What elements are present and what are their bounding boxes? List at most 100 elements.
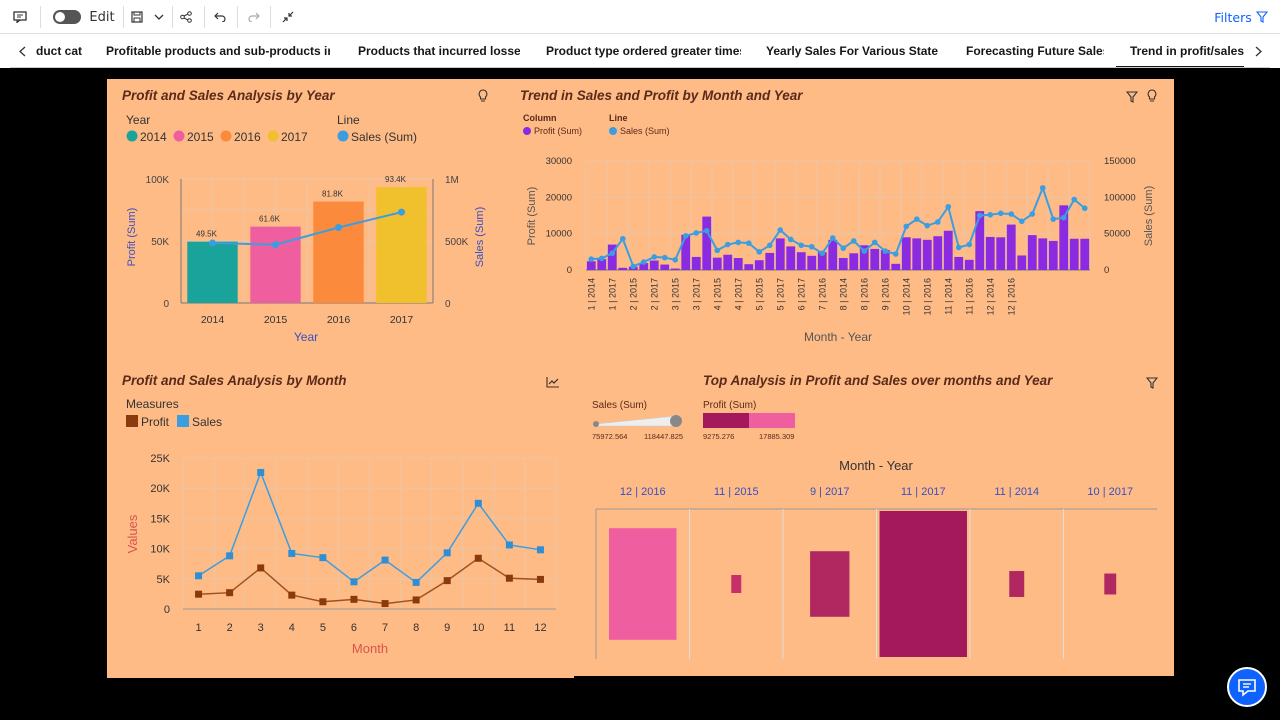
y-tick-label: 5K xyxy=(157,574,171,586)
sales-point xyxy=(987,211,994,218)
profit-bar xyxy=(975,211,985,270)
column-header: 10 | 2017 xyxy=(1087,486,1133,498)
legend-year-label: 2017 xyxy=(281,130,308,144)
tab-product-cat[interactable]: duct cat xyxy=(36,34,82,68)
bar-data-label: 93.4K xyxy=(385,175,407,184)
collapse-icon[interactable] xyxy=(278,6,298,28)
profit-point xyxy=(505,574,513,582)
column-header: 11 | 2017 xyxy=(901,486,946,498)
profit-bar xyxy=(1069,238,1079,270)
legend-measures-title: Measures xyxy=(126,397,179,411)
sales-point xyxy=(619,235,626,242)
sales-point xyxy=(703,227,710,234)
profit-gradient-dark xyxy=(703,413,749,428)
profit-point xyxy=(443,577,451,585)
profit-bar xyxy=(660,264,670,270)
heatmap-cell xyxy=(608,528,677,640)
y2-axis-label: Sales (Sum) xyxy=(474,207,486,268)
x-tick-label: 3 xyxy=(258,622,264,634)
filters-button[interactable]: Filters xyxy=(1212,6,1254,28)
y-axis-label: Values xyxy=(125,514,140,553)
tab-product-type-ordered[interactable]: Product type ordered greater times xyxy=(546,34,741,68)
legend-year-title: Year xyxy=(126,113,150,127)
profit-bar xyxy=(796,252,806,270)
profit-point xyxy=(195,590,203,598)
tabs-scroll-right-icon[interactable] xyxy=(1250,40,1266,62)
y2-axis-label: Sales (Sum) xyxy=(1143,186,1155,247)
sales-point xyxy=(661,254,668,261)
legend-profit-swatch xyxy=(523,127,531,135)
column-header: 11 | 2015 xyxy=(714,486,759,498)
x-tick-label: 10 | 2014 xyxy=(901,278,911,315)
x-tick-label: 12 xyxy=(534,622,546,634)
x-tick-label: 1 | 2014 xyxy=(586,278,596,310)
profit-bar xyxy=(828,239,838,270)
heatmap-cell xyxy=(731,574,742,594)
legend-year-swatch xyxy=(173,130,185,142)
legend-sales-swatch xyxy=(177,415,189,427)
sales-max-dot xyxy=(670,415,682,427)
x-tick-label: 3 | 2015 xyxy=(670,278,680,310)
profit-bar xyxy=(744,264,754,270)
x-tick-label: 3 | 2017 xyxy=(691,278,701,310)
undo-icon[interactable] xyxy=(210,6,230,28)
sales-point xyxy=(945,203,952,210)
sales-point xyxy=(955,244,962,251)
x-tick-label: 9 | 2016 xyxy=(880,278,890,310)
sales-point xyxy=(756,249,763,255)
profit-max-label: 17885.309 xyxy=(759,432,794,441)
sales-point xyxy=(798,242,805,249)
chat-button[interactable] xyxy=(1227,667,1267,707)
save-icon[interactable] xyxy=(128,6,146,28)
legend-line-title: Line xyxy=(609,113,628,123)
sales-point xyxy=(226,552,234,560)
profit-bar xyxy=(618,267,628,270)
sales-point xyxy=(871,239,878,246)
x-tick-label: 4 xyxy=(289,622,295,634)
y-tick-label: 15K xyxy=(150,513,170,525)
chevron-down-icon[interactable] xyxy=(150,6,168,28)
sales-point xyxy=(443,549,451,557)
y-tick-label: 25K xyxy=(150,453,170,465)
y2-tick-label: 500K xyxy=(445,237,469,248)
profit-point xyxy=(288,591,296,599)
tab-trend-profit-sales[interactable]: Trend in profit/sales xyxy=(1116,34,1244,68)
sales-point xyxy=(1050,216,1057,222)
profit-point xyxy=(319,598,327,606)
y-tick-label: 100K xyxy=(146,175,170,186)
legend-year-swatch xyxy=(126,130,138,142)
edit-toggle[interactable] xyxy=(52,6,82,28)
legend-line-title: Line xyxy=(337,113,360,127)
share-icon[interactable] xyxy=(176,6,196,28)
y-tick-label: 0 xyxy=(163,299,169,310)
profit-legend-label: Profit (Sum) xyxy=(703,400,756,411)
legend-year-swatch xyxy=(220,130,232,142)
x-tick-label: 4 | 2017 xyxy=(733,278,743,310)
profit-bar xyxy=(849,253,859,270)
tab-yearly-sales-states[interactable]: Yearly Sales For Various States xyxy=(766,34,938,68)
tab-profitable-products[interactable]: Profitable products and sub-products in … xyxy=(106,34,330,68)
legend-profit-label: Profit (Sum) xyxy=(534,126,582,136)
x-tick-label: 11 | 2014 xyxy=(943,278,953,315)
sales-point xyxy=(350,578,358,586)
tabs-scroll-left-icon[interactable] xyxy=(14,40,30,62)
tab-forecasting-sales[interactable]: Forecasting Future Sales xyxy=(966,34,1104,68)
sales-point xyxy=(640,259,647,265)
tab-products-losses[interactable]: Products that incurred losses xyxy=(358,34,520,68)
sales-point xyxy=(630,263,637,270)
profit-bar xyxy=(1080,238,1090,270)
legend-column-title: Column xyxy=(523,113,557,123)
sales-min-dot xyxy=(593,421,599,427)
x-tick-label: 2017 xyxy=(390,314,414,326)
y2-tick-label: 100000 xyxy=(1104,192,1136,203)
tab-bar: duct cat Profitable products and sub-pro… xyxy=(0,34,1280,68)
comment-icon[interactable] xyxy=(10,6,30,28)
filter-icon[interactable] xyxy=(1254,6,1270,28)
sales-point xyxy=(903,223,910,230)
redo-icon[interactable] xyxy=(244,6,264,28)
y2-tick-label: 0 xyxy=(1104,265,1109,276)
sales-point xyxy=(829,235,836,241)
bar xyxy=(187,241,238,303)
profit-point xyxy=(257,564,265,572)
sales-point xyxy=(1018,218,1025,225)
